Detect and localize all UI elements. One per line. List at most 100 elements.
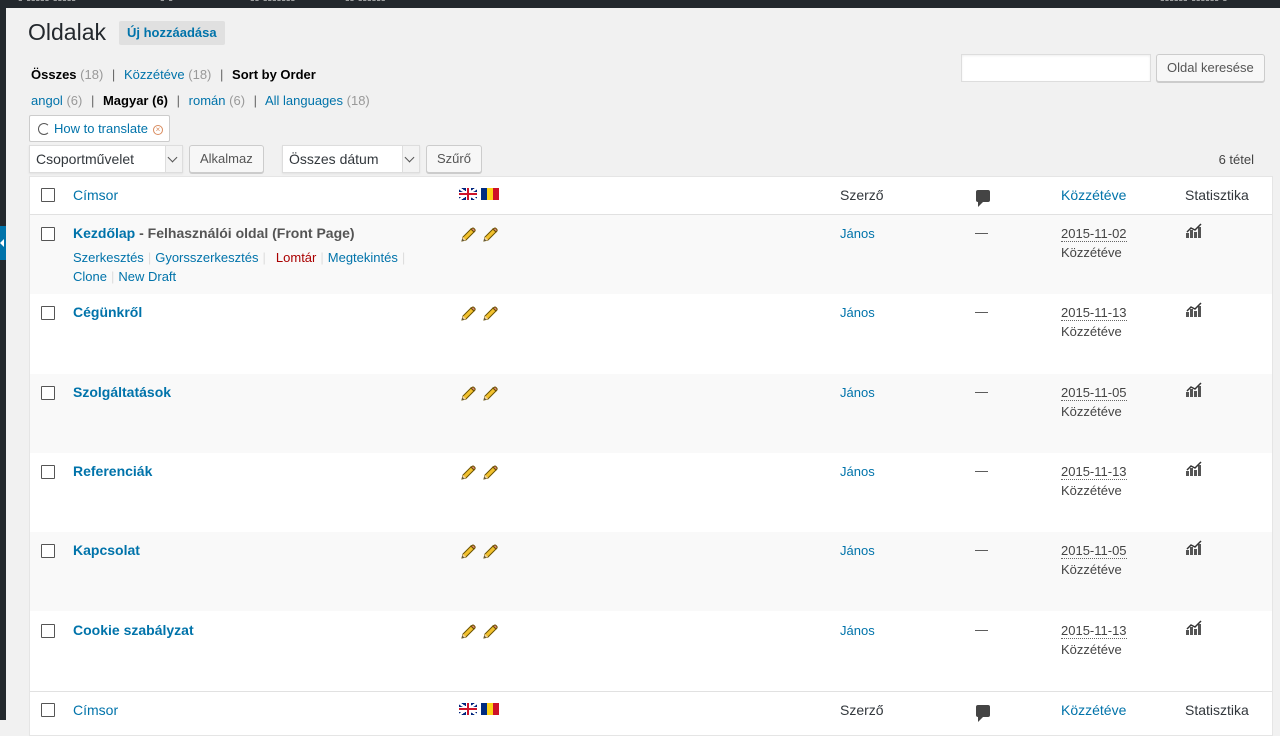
quick-edit-link[interactable]: Gyorsszerkesztés	[155, 250, 258, 265]
page-title-link[interactable]: Kezdőlap	[73, 225, 135, 241]
status-link-published[interactable]: Közzétéve	[124, 67, 185, 82]
page-title-link[interactable]: Kapcsolat	[73, 542, 140, 558]
pencil-icon[interactable]	[459, 226, 477, 244]
search-input[interactable]	[961, 54, 1151, 82]
stats-chart-icon[interactable]	[1185, 540, 1203, 556]
comment-bubble-icon[interactable]	[976, 705, 990, 722]
stats-chart-icon[interactable]	[1185, 223, 1203, 239]
status-link-all[interactable]: Összes	[31, 67, 77, 82]
admin-bar-new-item[interactable]: ▪▪ ▪▪▪▪▪▪▪	[250, 0, 295, 6]
column-date-footer[interactable]: Közzétéve	[1061, 702, 1126, 718]
close-circle-icon[interactable]: ×	[152, 125, 163, 135]
author-link[interactable]: János	[840, 305, 875, 320]
author-link[interactable]: János	[840, 385, 875, 400]
separator: |	[176, 93, 181, 108]
language-count-english: (6)	[66, 93, 83, 108]
filter-button[interactable]: Szűrő	[426, 145, 482, 173]
table-row: Cookie szabályzat János — 2015-11-13 Közzété…	[30, 612, 1272, 691]
table-header: Címsor Szerző Közzétéve Statisztika	[30, 177, 1272, 215]
publish-date: 2015-11-13	[1061, 463, 1127, 480]
author-link[interactable]: János	[840, 464, 875, 479]
column-stats-footer: Statisztika	[1185, 702, 1249, 718]
language-count-all: (18)	[346, 93, 370, 108]
pencil-icon[interactable]	[481, 385, 499, 403]
new-draft-link[interactable]: New Draft	[118, 269, 176, 284]
row-checkbox[interactable]	[41, 464, 55, 479]
date-cell: 2015-11-13 Közzétéve	[1061, 622, 1127, 657]
language-link-english[interactable]: angol	[31, 93, 63, 108]
pencil-icon[interactable]	[459, 543, 477, 561]
search-button[interactable]: Oldal keresése	[1156, 54, 1265, 82]
row-title: Kezdőlap - Felhasználói oldal (Front Pag…	[73, 225, 355, 241]
pencil-icon[interactable]	[459, 385, 477, 403]
row-checkbox[interactable]	[41, 385, 55, 400]
comment-count: —	[975, 542, 988, 558]
how-to-translate-button[interactable]: How to translate ×	[29, 115, 170, 142]
pencil-icon[interactable]	[481, 226, 499, 244]
comment-count: —	[975, 225, 988, 240]
row-checkbox[interactable]	[41, 623, 55, 638]
column-title-header[interactable]: Címsor	[73, 187, 118, 203]
publish-status: Közzétéve	[1061, 562, 1122, 578]
status-filter-links: Összes (18) | Közzétéve (18) | Sort by O…	[31, 67, 316, 82]
author-link[interactable]: János	[840, 543, 875, 558]
select-all-checkbox[interactable]	[41, 188, 55, 202]
stats-chart-icon[interactable]	[1185, 619, 1203, 636]
page-title-link[interactable]: Referenciák	[73, 463, 152, 479]
status-count-all: (18)	[80, 67, 104, 82]
row-checkbox[interactable]	[41, 227, 55, 241]
language-link-romanian[interactable]: román	[189, 93, 226, 108]
comment-count: —	[975, 462, 988, 478]
column-title-footer[interactable]: Címsor	[73, 702, 118, 718]
column-date-header[interactable]: Közzétéve	[1061, 187, 1126, 203]
pencil-icon[interactable]	[481, 543, 499, 561]
view-link[interactable]: Megtekintés	[328, 250, 398, 265]
romania-flag-icon	[481, 188, 499, 200]
comment-bubble-icon[interactable]	[976, 190, 990, 207]
uk-flag-icon	[459, 703, 477, 715]
pencil-icon[interactable]	[459, 623, 477, 641]
date-cell: 2015-11-13 Közzétéve	[1061, 463, 1127, 498]
language-link-hungarian[interactable]: Magyar	[103, 93, 149, 108]
date-filter-select[interactable]: Összes dátum	[282, 145, 420, 173]
author-link[interactable]: János	[840, 623, 875, 638]
language-link-all[interactable]: All languages	[265, 93, 343, 108]
row-actions-secondary: Clone | New Draft	[73, 269, 176, 284]
apply-button[interactable]: Alkalmaz	[189, 145, 264, 173]
pages-table: Címsor Szerző Közzétéve Statisztika Kezd…	[29, 176, 1273, 736]
stats-chart-icon[interactable]	[1185, 382, 1203, 398]
main-content: Oldalak Új hozzáadása Oldal keresése Öss…	[6, 8, 1280, 736]
stats-chart-icon[interactable]	[1185, 461, 1203, 477]
admin-bar-updates-item[interactable]: ▪ ▪	[160, 0, 173, 6]
page-title: Oldalak	[28, 19, 106, 45]
page-title-link[interactable]: Cookie szabályzat	[73, 622, 194, 638]
how-to-translate-label[interactable]: How to translate	[54, 121, 148, 136]
language-filter-links: angol (6) | Magyar (6) | román (6) | All…	[31, 93, 370, 108]
question-icon	[38, 123, 50, 135]
row-checkbox[interactable]	[41, 306, 55, 321]
select-all-checkbox[interactable]	[41, 703, 55, 717]
pencil-icon[interactable]	[481, 305, 499, 323]
bulk-action-select[interactable]: Csoportművelet	[29, 145, 183, 173]
edit-link[interactable]: Szerkesztés	[73, 250, 144, 265]
table-row: Szolgáltatások János — 2015-11-05 Közzétéve	[30, 373, 1272, 453]
admin-bar-language-item[interactable]: ▪▪ ▪▪▪▪▪▪	[345, 0, 385, 6]
clone-link[interactable]: Clone	[73, 269, 107, 284]
trash-link[interactable]: Lomtár	[276, 250, 316, 265]
page-title-link[interactable]: Cégünkről	[73, 304, 142, 320]
sort-by-order-link[interactable]: Sort by Order	[232, 67, 316, 82]
stats-chart-icon[interactable]	[1185, 302, 1203, 318]
publish-date: 2015-11-05	[1061, 543, 1127, 560]
pencil-icon[interactable]	[481, 623, 499, 641]
pencil-icon[interactable]	[459, 464, 477, 482]
page-title-link[interactable]: Szolgáltatások	[73, 384, 171, 400]
comment-count: —	[975, 621, 988, 637]
admin-bar-site-item[interactable]: ▪ ▪▪▪▪▪ ▪▪▪▪▪	[18, 0, 76, 6]
author-link[interactable]: János	[840, 226, 875, 241]
row-checkbox[interactable]	[41, 544, 55, 559]
pencil-icon[interactable]	[459, 305, 477, 323]
admin-bar-account-item[interactable]: ▪▪▪▪▪▪ ▪▪▪▪▪▪ ▪	[1160, 0, 1227, 6]
pencil-icon[interactable]	[481, 464, 499, 482]
row-actions: Szerkesztés | Gyorsszerkesztés | Lomtár | Megt…	[73, 250, 409, 265]
add-new-button[interactable]: Új hozzáadása	[119, 21, 225, 45]
